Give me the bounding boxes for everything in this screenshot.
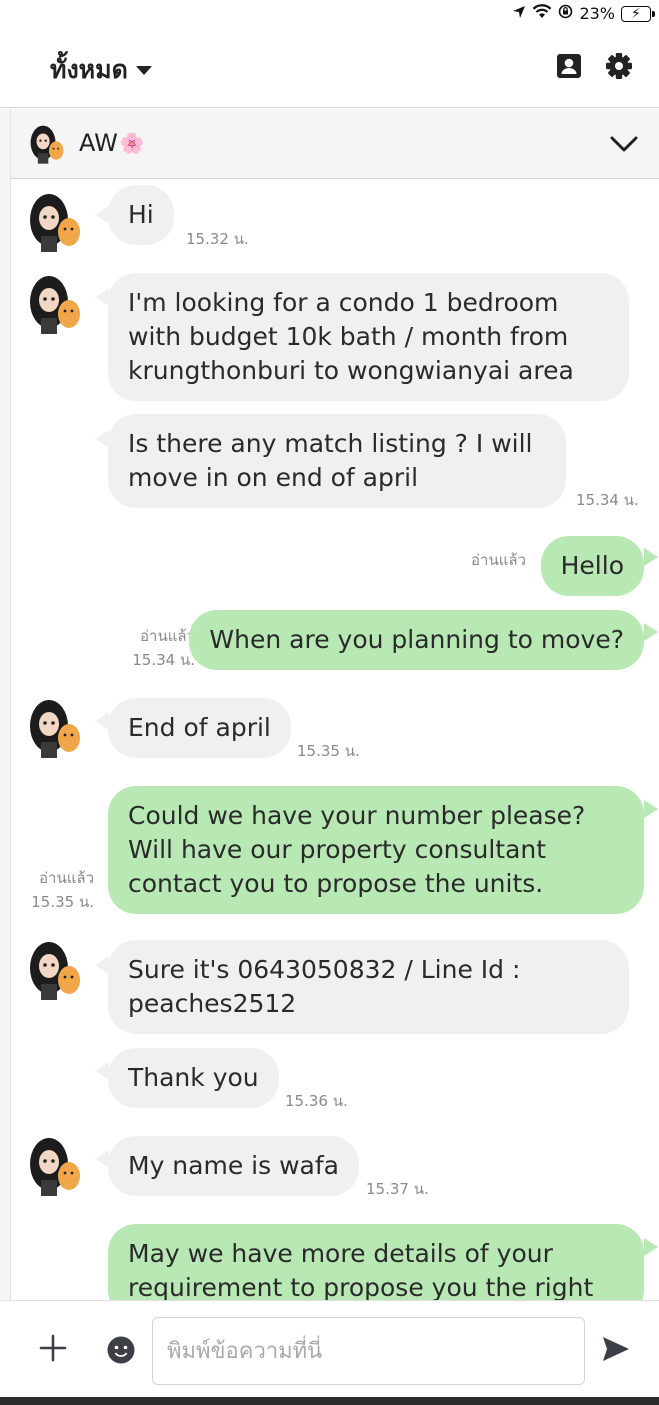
read-receipt: อ่านแล้ว <box>471 551 526 569</box>
message-bubble-incoming[interactable]: Thank you <box>108 1048 279 1108</box>
status-indicators: 23% ⚡ <box>512 4 655 23</box>
status-bar: 23% ⚡ <box>0 0 659 30</box>
message-list[interactable]: Hi 15.32 น. I'm looking for a condo 1 be… <box>11 180 659 1300</box>
message-bubble-outgoing[interactable]: Hello <box>540 536 644 596</box>
message-composer <box>0 1300 659 1397</box>
contact-avatar[interactable] <box>27 190 83 254</box>
message-time: 15.36 น. <box>285 1092 348 1110</box>
message-time: 15.32 น. <box>186 230 249 248</box>
battery-icon: ⚡ <box>621 5 655 22</box>
message-bubble-incoming[interactable]: End of april <box>108 698 291 758</box>
contact-avatar[interactable] <box>27 123 67 165</box>
rotation-lock-icon <box>558 4 573 23</box>
chat-contact-name: AW 🌸 <box>79 129 145 157</box>
contact-avatar[interactable] <box>27 696 83 760</box>
battery-percent: 23% <box>579 4 615 23</box>
message-bubble-outgoing[interactable]: Could we have your number please? Will h… <box>108 786 644 914</box>
message-time: 15.35 น. <box>297 742 360 760</box>
message-bubble-incoming[interactable]: Hi <box>108 185 174 245</box>
chat-header[interactable]: AW 🌸 <box>11 109 659 179</box>
settings-gear-icon[interactable] <box>605 52 633 80</box>
chevron-down-icon[interactable] <box>609 129 639 163</box>
read-receipt: อ่านแล้ว <box>39 869 94 887</box>
top-header: ทั้งหมด <box>0 30 659 108</box>
message-bubble-incoming[interactable]: I'm looking for a condo 1 bedroom with b… <box>108 273 629 401</box>
contact-avatar[interactable] <box>27 1134 83 1198</box>
message-time: 15.34 น. <box>576 491 639 509</box>
chat-filter-dropdown[interactable]: ทั้งหมด <box>50 50 152 90</box>
wifi-icon <box>532 4 552 23</box>
message-bubble-incoming[interactable]: Sure it's 0643050832 / Line Id : peaches… <box>108 940 629 1034</box>
message-input[interactable] <box>152 1317 585 1385</box>
location-icon <box>512 4 526 23</box>
emoji-icon[interactable] <box>106 1335 136 1369</box>
message-bubble-incoming[interactable]: Is there any match listing ? I will move… <box>108 414 566 508</box>
caret-down-icon <box>135 65 152 75</box>
plus-icon[interactable] <box>38 1333 68 1367</box>
message-bubble-outgoing[interactable]: May we have more details of your require… <box>108 1224 644 1300</box>
message-time: 15.37 น. <box>366 1180 429 1198</box>
contact-book-icon[interactable] <box>555 52 583 80</box>
left-rail <box>0 109 11 1300</box>
message-time: 15.35 น. <box>31 893 94 911</box>
message-bubble-incoming[interactable]: My name is wafa <box>108 1136 359 1196</box>
chat-filter-label: ทั้งหมด <box>50 55 128 84</box>
read-receipt: อ่านแล้ว <box>140 627 195 645</box>
flower-emoji: 🌸 <box>119 131 145 155</box>
message-bubble-outgoing[interactable]: When are you planning to move? <box>189 610 644 670</box>
bottom-bar <box>0 1397 659 1405</box>
contact-avatar[interactable] <box>27 938 83 1002</box>
message-time: 15.34 น. <box>132 651 195 669</box>
contact-name-text: AW <box>79 129 118 157</box>
contact-avatar[interactable] <box>27 272 83 336</box>
send-icon[interactable] <box>601 1334 631 1368</box>
